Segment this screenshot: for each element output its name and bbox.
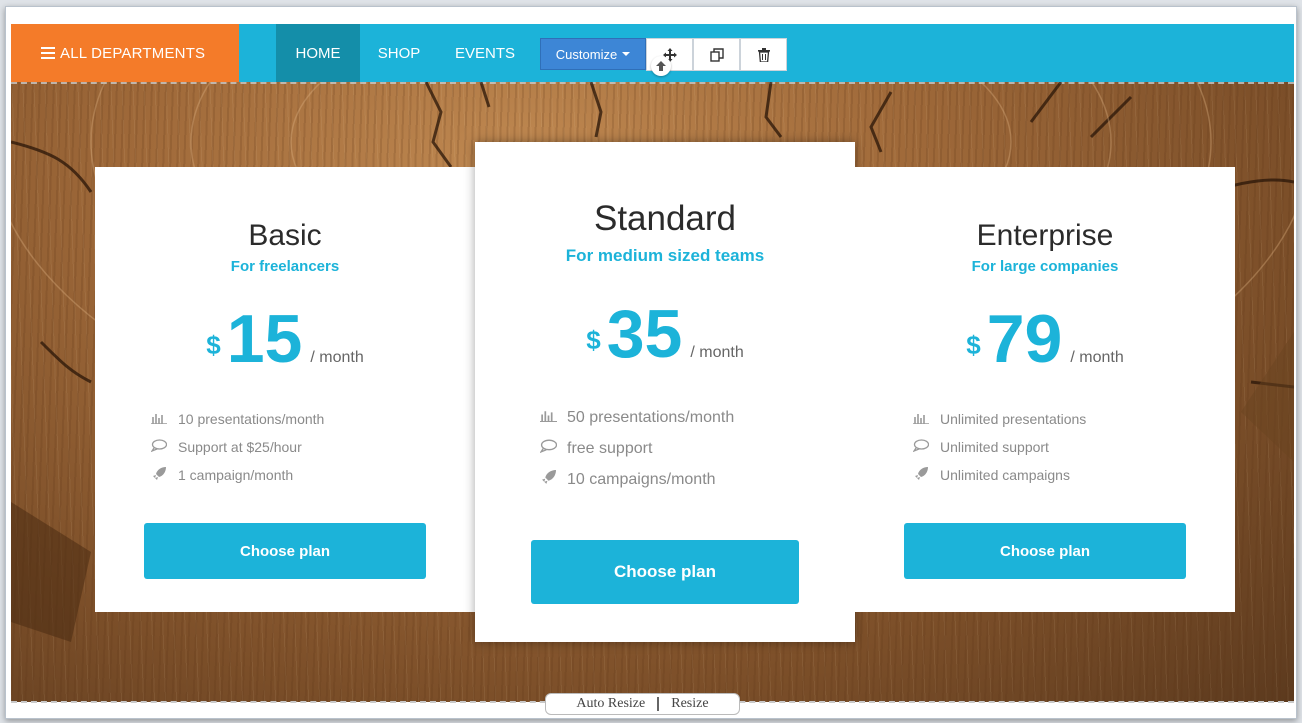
customize-label: Customize [555,46,618,62]
currency-symbol: $ [586,325,601,355]
plan-card-standard: Standard For medium sized teams $ 35 / m… [475,142,855,642]
plan-name: Standard [593,199,737,238]
plan-card-enterprise: Enterprise For large companies $ 79 / mo… [855,167,1235,612]
plan-card-basic: Basic For freelancers $ 15 / month 10 pr… [95,167,475,612]
feature-text: Unlimited presentations [940,411,1087,427]
all-departments-button[interactable]: ALL DEPARTMENTS [11,24,239,82]
price-period: / month [310,349,364,366]
menu-icon [41,47,55,59]
nav-home[interactable]: HOME [276,24,360,82]
price-period: / month [690,344,744,361]
feature-list: 50 presentations/month free support 10 c… [538,402,734,495]
feature-text: Unlimited campaigns [940,467,1070,483]
currency-symbol: $ [206,330,221,360]
arrow-up-icon[interactable] [651,56,671,76]
feature-item: 10 campaigns/month [539,464,734,495]
feature-item: Support at $25/hour [150,433,324,461]
price-amount: 15 [226,301,303,377]
feature-text: 10 presentations/month [178,411,325,427]
feature-item: free support [538,433,734,464]
feature-list: 10 presentations/month Support at $25/ho… [150,405,324,489]
price-period: / month [1070,349,1124,366]
comment-icon [912,439,930,455]
rocket-icon [912,466,930,484]
resize-control: Auto Resize Resize [545,693,740,715]
customize-dropdown[interactable]: Customize [540,38,646,70]
nav-shop[interactable]: SHOP [367,24,431,82]
plan-subtitle: For large companies [971,258,1119,275]
feature-text: 10 campaigns/month [567,470,716,488]
rocket-icon [150,466,168,484]
resize-button[interactable]: Resize [671,696,708,712]
feature-text: Support at $25/hour [178,439,302,455]
rocket-icon [539,469,557,490]
plan-subtitle: For freelancers [230,258,340,275]
choose-plan-button[interactable]: Choose plan [904,523,1186,579]
caret-down-icon [622,52,631,56]
feature-text: 1 campaign/month [178,467,294,483]
plan-subtitle: For medium sized teams [565,246,765,265]
plan-price: $ 35 / month [475,300,855,368]
bar-chart-icon [150,411,168,427]
nav-events[interactable]: EVENTS [446,24,524,82]
choose-plan-button[interactable]: Choose plan [144,523,426,579]
feature-text: Unlimited support [940,439,1049,455]
delete-button[interactable] [740,38,787,71]
auto-resize-button[interactable]: Auto Resize [576,696,645,712]
feature-item: 10 presentations/month [150,405,324,433]
copy-button[interactable] [693,38,740,71]
choose-plan-button[interactable]: Choose plan [531,540,799,604]
plan-name: Basic [248,219,322,252]
price-amount: 79 [986,301,1063,377]
resize-handle-icon[interactable] [657,697,660,711]
feature-item: Unlimited presentations [912,405,1086,433]
comment-icon [150,439,168,455]
feature-text: free support [567,439,653,457]
feature-list: Unlimited presentations Unlimited suppor… [912,405,1086,489]
plan-name: Enterprise [976,219,1114,252]
copy-icon [709,47,724,62]
feature-item: Unlimited support [912,433,1086,461]
currency-symbol: $ [966,330,981,360]
feature-item: 50 presentations/month [539,402,734,433]
feature-item: Unlimited campaigns [912,461,1086,489]
all-departments-label: ALL DEPARTMENTS [60,44,206,62]
trash-icon [757,47,770,62]
feature-text: 50 presentations/month [567,408,735,426]
price-amount: 35 [606,296,683,372]
bar-chart-icon [912,411,930,427]
comment-icon [538,439,557,458]
plan-price: $ 15 / month [95,301,475,377]
plan-price: $ 79 / month [855,301,1235,377]
bar-chart-icon [539,409,557,427]
feature-item: 1 campaign/month [150,461,324,489]
top-navbar: ALL DEPARTMENTS HOME SHOP EVENTS Customi… [11,24,1294,82]
